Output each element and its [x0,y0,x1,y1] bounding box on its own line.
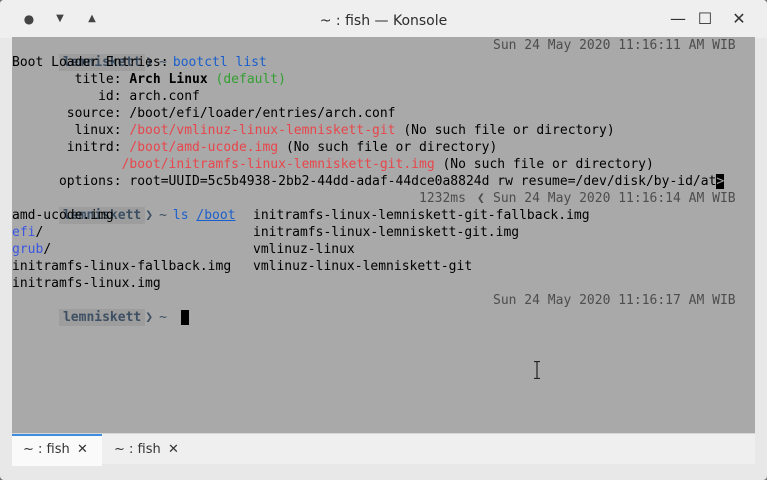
field-label: initrd: [12,140,122,155]
output-line: id: arch.conf [12,88,200,105]
ls-entry: vmlinuz-linux-lemniskett-git [253,258,472,275]
file-name: vmlinuz-linux [253,242,355,257]
close-button[interactable]: ✕ [731,11,747,27]
prompt-line: lemniskett ❯ ~ ls /boot 1232ms ❮ Sun 24 May… [12,190,755,224]
field-label: options: [12,174,122,189]
tab-fish-2[interactable]: ~ : fish ✕ [102,434,192,464]
command-duration: 1232ms [419,191,466,206]
title-bar: ● ▼ ▲ ~ : fish — Konsole — ☐ ✕ [0,0,767,38]
prompt-user: lemniskett [58,309,146,326]
error-note: (No such file or directory) [403,123,615,138]
command-text: ls [172,208,189,223]
field-label: source: [12,106,122,121]
field-value: root=UUID=5c5b4938-2bb2-44dd-adaf-44dce0… [129,174,717,189]
duration-separator-icon: ❮ [477,191,485,206]
prompt-timestamp: Sun 24 May 2020 11:16:11 AM WIB [493,38,736,53]
prompt-dir: ~ [159,208,167,223]
prompt-line: lemniskett ❯ ~ bootctl list Sun 24 May 2020… [12,37,755,71]
command-arg: /boot [196,208,236,223]
field-label: title: [12,72,122,87]
output-line: linux: /boot/vmlinuz-linux-lemniskett-gi… [12,122,615,139]
dir-name: efi [12,225,36,240]
ls-entry: initramfs-linux-lemniskett-git-fallback.… [253,207,590,224]
ls-entry: efi/ [12,224,43,241]
missing-file: /boot/vmlinuz-linux-lemniskett-git [129,123,396,138]
output-line: initrd: /boot/amd-ucode.img (No such fil… [12,139,498,156]
prompt-separator-icon: ❯ [145,208,154,223]
output-line: source: /boot/efi/loader/entries/arch.co… [12,105,396,122]
tab-label: ~ : fish [114,442,161,457]
error-note: (No such file or directory) [285,140,498,155]
text-cursor-icon [534,361,540,379]
output-line: title: Arch Linux (default) [12,71,286,88]
command-text: bootctl list [172,55,267,70]
file-name: initramfs-linux-fallback.img [12,259,232,274]
terminal-cursor [180,310,189,325]
file-name: vmlinuz-linux-lemniskett-git [253,259,473,274]
ls-entry: vmlinuz-linux [253,241,355,258]
maximize-button[interactable]: ☐ [697,11,713,27]
ls-entry: grub/ [12,241,51,258]
dir-suffix: / [43,242,52,257]
file-name: initramfs-linux-lemniskett-git-fallback.… [253,208,590,223]
tab-close-icon[interactable]: ✕ [77,436,88,464]
window-title: ~ : fish — Konsole [319,13,448,29]
default-badge: (default) [215,72,286,87]
field-value: Arch Linux [129,72,208,87]
output-heading: Boot Loader Entries: [12,55,169,70]
output-line: Boot Loader Entries: [12,54,169,71]
ls-entry: initramfs-linux.img [12,275,161,292]
file-name: amd-ucode.img [12,208,114,223]
ls-entry: initramfs-linux-fallback.img [12,258,231,275]
overflow-marker: > [716,174,725,189]
konsole-window: ● ▼ ▲ ~ : fish — Konsole — ☐ ✕ lemnisket… [0,0,767,480]
output-line: /boot/initramfs-linux-lemniskett-git.img… [12,156,654,173]
tab-label: ~ : fish [23,442,70,457]
ls-entry: initramfs-linux-lemniskett-git.img [253,224,519,241]
tab-fish-1[interactable]: ~ : fish ✕ [12,434,102,466]
prompt-separator-icon: ❯ [145,310,154,325]
prompt-timestamp: Sun 24 May 2020 11:16:17 AM WIB [493,293,736,308]
file-name: initramfs-linux.img [12,276,161,291]
output-line: options: root=UUID=5c5b4938-2bb2-44dd-ad… [12,173,725,190]
file-name: initramfs-linux-lemniskett-git.img [253,225,520,240]
error-note: (No such file or directory) [442,157,654,172]
field-label: id: [12,89,122,104]
tab-bar: ~ : fish ✕ ~ : fish ✕ [12,433,755,466]
missing-file: /boot/initramfs-linux-lemniskett-git.img [121,157,435,172]
terminal-view[interactable]: lemniskett ❯ ~ bootctl list Sun 24 May 2020… [12,37,755,433]
dir-name: grub [12,242,44,257]
field-value: arch.conf [129,89,200,104]
field-label: linux: [12,123,122,138]
ls-entry: amd-ucode.img [12,207,114,224]
field-value: /boot/efi/loader/entries/arch.conf [129,106,396,121]
prompt-line: lemniskett ❯ ~ Sun 24 May 2020 11:16:17 AM… [12,292,755,326]
prompt-dir: ~ [159,310,167,325]
minimize-button[interactable]: — [670,11,686,27]
dir-suffix: / [35,225,44,240]
prompt-timestamp: Sun 24 May 2020 11:16:14 AM WIB [493,191,736,206]
tab-close-icon[interactable]: ✕ [168,436,179,464]
missing-file: /boot/amd-ucode.img [129,140,279,155]
